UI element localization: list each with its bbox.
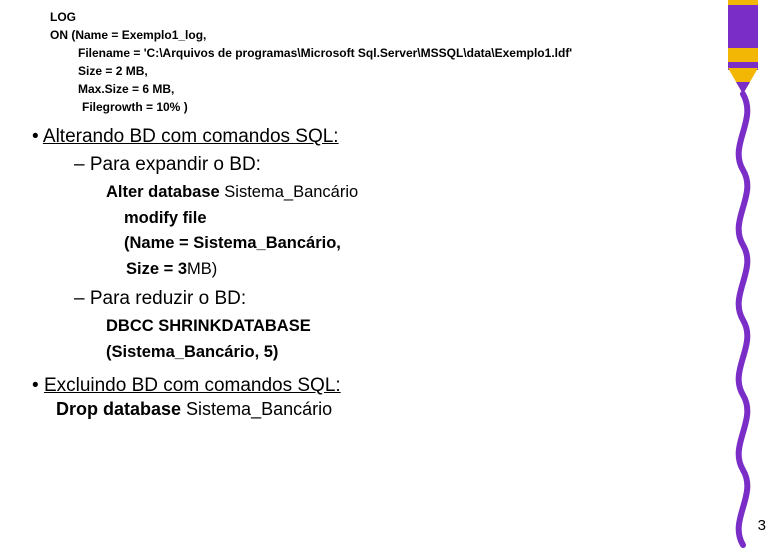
- code-line: DBCC SHRINKDATABASE: [106, 314, 700, 340]
- dash-text: Para reduzir o BD:: [90, 288, 246, 309]
- dash-expand-heading: Para expandir o BD:: [74, 154, 700, 176]
- keyword: Drop database: [56, 399, 186, 419]
- identifier: Sistema_Bancário: [186, 399, 332, 419]
- code-line: Size = 3MB): [126, 257, 700, 283]
- code-line: Filegrowth = 10% ): [82, 98, 700, 116]
- code-line: LOG: [50, 8, 700, 26]
- slide-content: LOG ON (Name = Exemplo1_log, Filename = …: [0, 0, 700, 420]
- crayon-decoration-icon: [714, 0, 774, 550]
- bullet-exclude-heading: Excluindo BD com comandos SQL:: [32, 375, 700, 397]
- code-line: ON (Name = Exemplo1_log,: [50, 26, 700, 44]
- unit: MB): [187, 260, 217, 278]
- bullet-alter-heading: Alterando BD com comandos SQL:: [32, 126, 700, 148]
- bullet-text: Excluindo BD com comandos SQL:: [44, 375, 341, 396]
- code-line: Max.Size = 6 MB,: [78, 80, 700, 98]
- log-code-block: LOG ON (Name = Exemplo1_log, Filename = …: [50, 8, 700, 116]
- code-line: (Name = Sistema_Bancário,: [124, 231, 700, 257]
- bullet-text: Alterando BD com comandos SQL:: [43, 126, 339, 147]
- code-line: Alter database Sistema_Bancário: [106, 180, 700, 206]
- dbcc-code-block: DBCC SHRINKDATABASE (Sistema_Bancário, 5…: [106, 314, 700, 365]
- code-line: modify file: [124, 206, 700, 232]
- keyword: Size = 3: [126, 260, 187, 278]
- code-line: Filename = 'C:\Arquivos de programas\Mic…: [78, 44, 700, 62]
- drop-code-block: Drop database Sistema_Bancário: [56, 399, 700, 420]
- dash-reduce-heading: Para reduzir o BD:: [74, 288, 700, 310]
- code-line: Size = 2 MB,: [78, 62, 700, 80]
- code-line: (Sistema_Bancário, 5): [106, 340, 700, 366]
- page-number: 3: [758, 517, 766, 534]
- dash-text: Para expandir o BD:: [90, 154, 261, 175]
- identifier: Sistema_Bancário: [224, 183, 358, 201]
- keyword: Alter database: [106, 183, 224, 201]
- alter-code-block: Alter database Sistema_Bancário modify f…: [106, 180, 700, 282]
